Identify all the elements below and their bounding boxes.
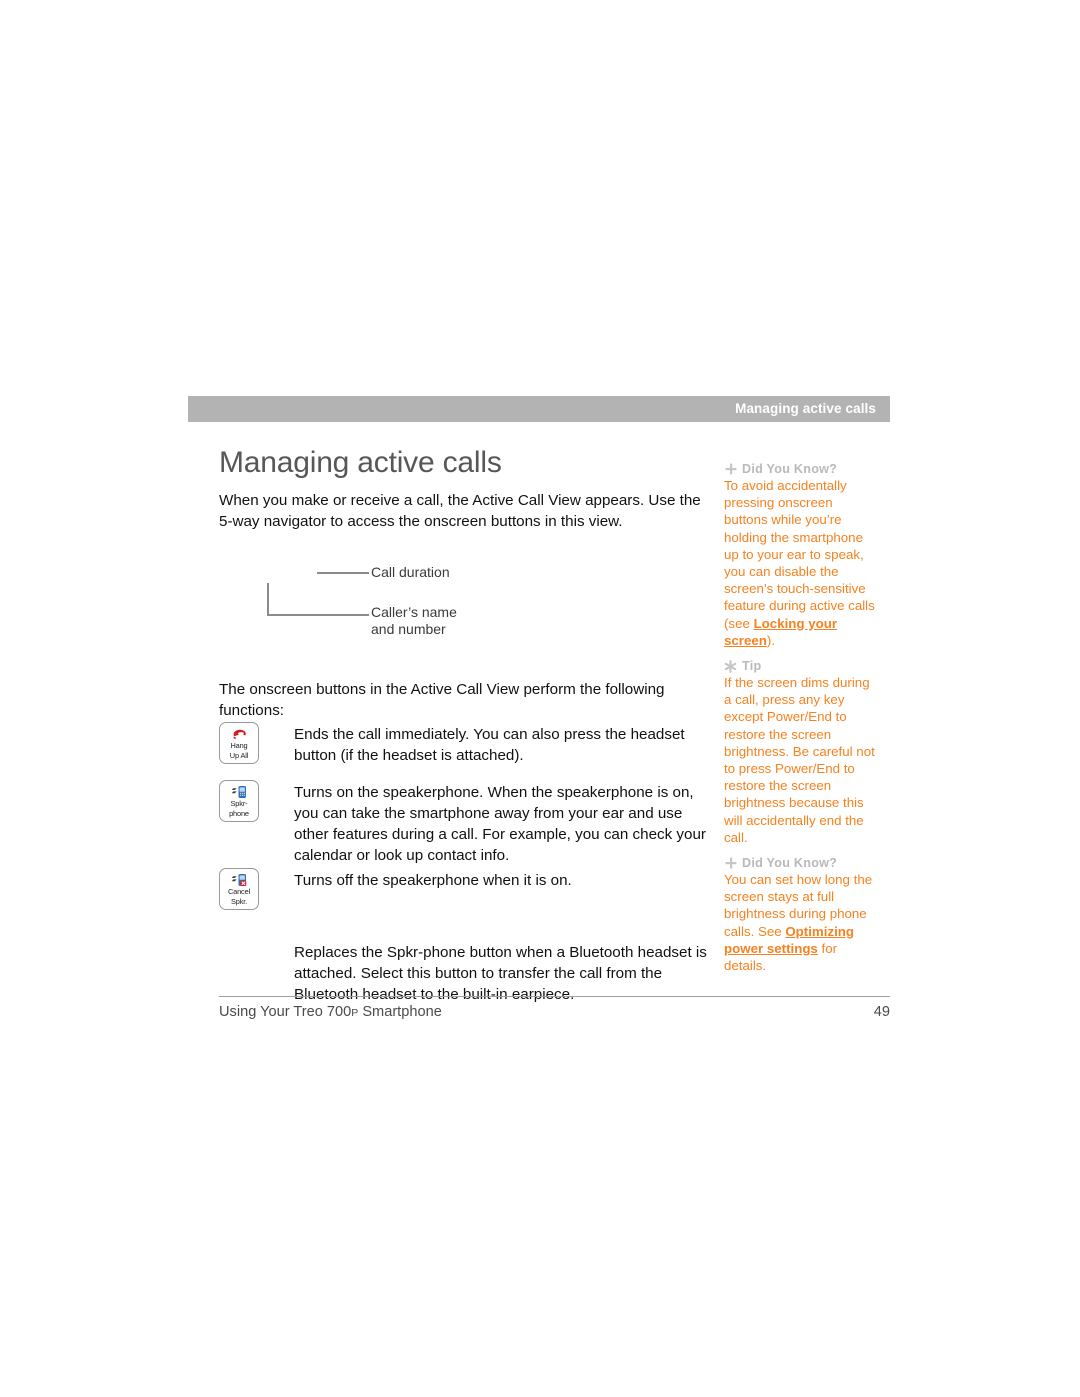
sidebar-heading-label-2: Did You Know? [742, 856, 838, 871]
sidebar-heading-label-tip: Tip [742, 659, 762, 674]
footer-title-before: Using Your Treo 700 [219, 1004, 352, 1020]
footer-title: Using Your Treo 700P Smartphone [219, 1004, 442, 1020]
footer-title-after: Smartphone [358, 1004, 442, 1020]
page-footer: Using Your Treo 700P Smartphone 49 [219, 1004, 890, 1020]
footer-divider [219, 996, 890, 998]
hang-up-all-description: Ends the call immediately. You can also … [294, 726, 685, 764]
red-handset-icon [232, 726, 247, 741]
button-description-list: Hang Up All Ends the call immediately. Y… [219, 722, 711, 1006]
sidebar-text-before-1: To avoid accidentally pressing onscreen … [724, 478, 875, 631]
plus-icon [724, 463, 737, 476]
intro-paragraph: When you make or receive a call, the Act… [219, 492, 701, 530]
sidebar-block-tip: Tip If the screen dims during a call, pr… [724, 659, 876, 846]
footer-page-number: 49 [873, 1004, 890, 1020]
sidebar-heading-tip: Tip [724, 659, 876, 673]
speakerphone-description: Turns on the speakerphone. When the spea… [294, 784, 706, 864]
sidebar-body-1: To avoid accidentally pressing onscreen … [724, 477, 876, 649]
callout-label-caller: Caller’s name and number [371, 604, 457, 638]
button-row-speakerphone: Spkr- phone Turns on the speakerphone. W… [219, 780, 711, 868]
hang-up-all-caption-line1: Hang [230, 741, 248, 750]
callout-illustration: Call duration Caller’s name and number [219, 556, 711, 656]
sidebar-heading-did-you-know-2: Did You Know? [724, 856, 876, 870]
speakerphone-button-icon[interactable]: Spkr- phone [219, 780, 259, 822]
running-header-title: Managing active calls [735, 401, 876, 416]
sidebar-block-did-you-know-2: Did You Know? You can set how long the s… [724, 856, 876, 974]
button-row-hang-up-all: Hang Up All Ends the call immediately. Y… [219, 722, 711, 780]
leader-line-caller-horizontal [267, 614, 369, 616]
cancel-speakerphone-caption-line2: Spkr. [230, 896, 248, 906]
main-content-column: Managing active calls When you make or r… [219, 446, 711, 532]
sidebar-text-after-1: ). [766, 632, 776, 648]
sidebar-body-tip: If the screen dims during a call, press … [724, 675, 875, 845]
callout-label-caller-line2: and number [371, 621, 446, 637]
sidebar-heading-did-you-know-1: Did You Know? [724, 462, 876, 476]
asterisk-icon [724, 659, 737, 673]
plus-icon [724, 857, 737, 870]
cancel-speakerphone-description: Turns off the speakerphone when it is on… [294, 872, 572, 889]
callout-label-caller-line1: Caller’s name [371, 604, 457, 620]
sidebar-body-2: You can set how long the screen stays at… [724, 871, 876, 974]
sidebar-heading-label-1: Did You Know? [742, 462, 838, 476]
cancel-speakerphone-button-icon[interactable]: Cancel Spkr. [219, 868, 259, 910]
leader-line-call-duration [317, 572, 369, 574]
callout-label-call-duration: Call duration [371, 564, 450, 580]
leader-line-caller-vertical [267, 583, 269, 615]
cancel-speakerphone-caption-line1: Cancel [227, 887, 251, 896]
hang-up-all-caption-line2: Up All [229, 750, 249, 760]
running-header-bar: Managing active calls [188, 396, 890, 422]
buttons-intro-paragraph: The onscreen buttons in the Active Call … [219, 681, 665, 719]
speakerphone-caption-line1: Spkr- [230, 799, 248, 808]
button-row-cancel-speakerphone: Cancel Spkr. Turns off the speakerphone … [219, 868, 711, 940]
speaker-phone-icon [231, 784, 248, 799]
speaker-phone-cancel-icon [231, 872, 248, 887]
speakerphone-caption-line2: phone [229, 808, 249, 818]
sidebar-notes: Did You Know? To avoid accidentally pres… [724, 462, 876, 984]
sidebar-block-did-you-know-1: Did You Know? To avoid accidentally pres… [724, 462, 876, 649]
page-title: Managing active calls [219, 446, 502, 479]
hang-up-all-button-icon[interactable]: Hang Up All [219, 722, 259, 764]
